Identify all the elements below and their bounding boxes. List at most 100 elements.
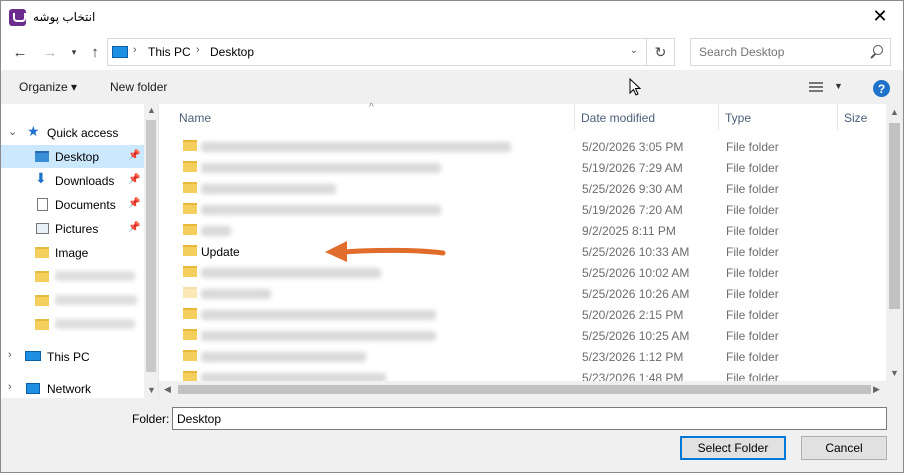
breadcrumb-desktop[interactable]: Desktop [210,45,254,59]
file-date: 5/25/2026 10:26 AM [582,287,690,301]
table-row[interactable]: 5/23/2026 1:12 PM File folder [173,346,886,367]
pin-icon: 📌 [128,150,141,161]
file-type: File folder [726,371,779,381]
file-date: 5/23/2026 1:12 PM [582,350,684,364]
close-icon[interactable]: ✕ [857,1,903,32]
folder-icon [183,161,197,172]
folder-icon [35,245,51,260]
scroll-down-icon[interactable]: ▼ [890,368,899,378]
redacted-folder-name [201,352,366,362]
redacted-folder-name [201,163,441,173]
nav-scrollbar-thumb[interactable] [146,120,156,372]
file-list-horizontal-scrollbar[interactable]: ◀ ▶ [159,381,886,398]
cancel-button[interactable]: Cancel [801,436,887,460]
folder-field[interactable] [172,407,887,430]
documents-icon [35,197,51,212]
new-folder-button[interactable]: New folder [110,80,167,94]
help-icon[interactable]: ? [873,80,890,97]
expand-chevron-icon[interactable]: ⌄ [8,125,17,138]
folder-icon [183,266,197,277]
back-arrow-icon[interactable]: ← [10,42,30,62]
nav-item-quick-access[interactable]: ⌄ ★ Quick access [1,121,144,144]
redacted-folder-name [201,331,436,341]
nav-item-image[interactable]: Image [1,241,144,264]
redacted-folder-name [201,142,511,152]
folder-icon [183,371,197,381]
address-bar[interactable]: › This PC › Desktop ⌄ [107,38,647,66]
column-header-date-modified[interactable]: Date modified [575,104,719,130]
file-type: File folder [726,350,779,364]
pin-icon: 📌 [128,174,141,185]
folder-icon [183,140,197,151]
search-icon[interactable] [868,44,884,60]
table-row[interactable]: 5/19/2026 7:29 AM File folder [173,157,886,178]
nav-item-downloads[interactable]: ⬇ Downloads 📌 [1,169,144,192]
pictures-icon [35,221,51,236]
expand-chevron-icon[interactable]: › [8,381,12,393]
nav-item-redacted[interactable] [1,265,144,288]
redacted-folder-name [201,310,436,320]
address-dropdown-chevron-icon[interactable]: ⌄ [630,45,638,56]
forward-arrow-icon[interactable]: → [40,42,60,62]
file-date: 5/25/2026 9:30 AM [582,182,683,196]
recent-locations-chevron-icon[interactable]: ▾ [64,42,84,62]
column-header-name-label: Name [179,111,212,125]
scroll-up-icon[interactable]: ▲ [890,107,899,117]
search-input[interactable] [697,44,857,60]
nav-item-redacted[interactable] [1,313,144,336]
desktop-icon [35,149,51,164]
scroll-down-icon[interactable]: ▼ [147,385,156,395]
file-date: 5/20/2026 2:15 PM [582,308,684,322]
nav-item-redacted[interactable] [1,289,144,312]
redacted-folder-name [201,373,386,381]
nav-item-desktop[interactable]: Desktop 📌 [1,145,144,168]
table-row[interactable]: 5/23/2026 1:48 PM File folder [173,367,886,381]
pin-icon: 📌 [128,222,141,233]
select-folder-button[interactable]: Select Folder [680,436,786,460]
file-type: File folder [726,245,779,259]
search-box[interactable] [690,38,891,66]
column-header-type[interactable]: Type [719,104,838,130]
nav-scrollbar[interactable]: ▲ ▼ [144,104,158,398]
table-row[interactable]: 5/25/2026 10:25 AM File folder [173,325,886,346]
mouse-cursor-icon [629,78,641,96]
scroll-right-icon[interactable]: ▶ [873,384,880,395]
horizontal-scrollbar-thumb[interactable] [178,385,871,394]
column-header-size[interactable]: Size [838,104,886,130]
view-options-chevron-icon[interactable]: ▼ [834,81,843,91]
scroll-up-icon[interactable]: ▲ [147,105,156,115]
nav-item-this-pc[interactable]: › This PC [1,345,144,368]
table-row[interactable]: 9/2/2025 8:11 PM File folder [173,220,886,241]
table-row[interactable]: 5/20/2026 3:05 PM File folder [173,136,886,157]
redacted-folder-name [201,184,336,194]
column-header-name[interactable]: Name [173,104,575,130]
refresh-icon[interactable]: ↻ [647,38,675,66]
file-date: 5/19/2026 7:20 AM [582,203,683,217]
change-view-icon[interactable] [809,82,827,94]
folder-icon [183,308,197,319]
nav-item-documents[interactable]: Documents 📌 [1,193,144,216]
title-bar: انتخاب پوشه ✕ [1,1,903,34]
nav-item-network[interactable]: › Network [1,377,144,400]
file-date: 9/2/2025 8:11 PM [582,224,676,238]
redacted-folder-name [201,205,441,215]
folder-icon [183,245,197,256]
scroll-left-icon[interactable]: ◀ [164,384,171,395]
breadcrumb-separator-icon: › [196,44,200,56]
table-row[interactable]: 5/19/2026 7:20 AM File folder [173,199,886,220]
table-row[interactable]: Update 5/25/2026 10:33 AM File folder [173,241,886,262]
table-row[interactable]: 5/20/2026 2:15 PM File folder [173,304,886,325]
table-row[interactable]: 5/25/2026 10:26 AM File folder [173,283,886,304]
address-row: ← → ▾ ↑ › This PC › Desktop ⌄ ↻ [1,34,903,70]
column-header-type-label: Type [725,111,752,125]
table-row[interactable]: 5/25/2026 10:02 AM File folder [173,262,886,283]
file-list-vertical-scrollbar[interactable]: ▲ ▼ [886,104,903,381]
organize-button[interactable]: Organize ▾ [19,80,77,94]
expand-chevron-icon[interactable]: › [8,349,12,361]
vertical-scrollbar-thumb[interactable] [889,123,900,309]
file-type: File folder [726,161,779,175]
nav-item-pictures[interactable]: Pictures 📌 [1,217,144,240]
table-row[interactable]: 5/25/2026 9:30 AM File folder [173,178,886,199]
up-arrow-icon[interactable]: ↑ [85,42,105,62]
breadcrumb-this-pc[interactable]: This PC [148,45,191,59]
